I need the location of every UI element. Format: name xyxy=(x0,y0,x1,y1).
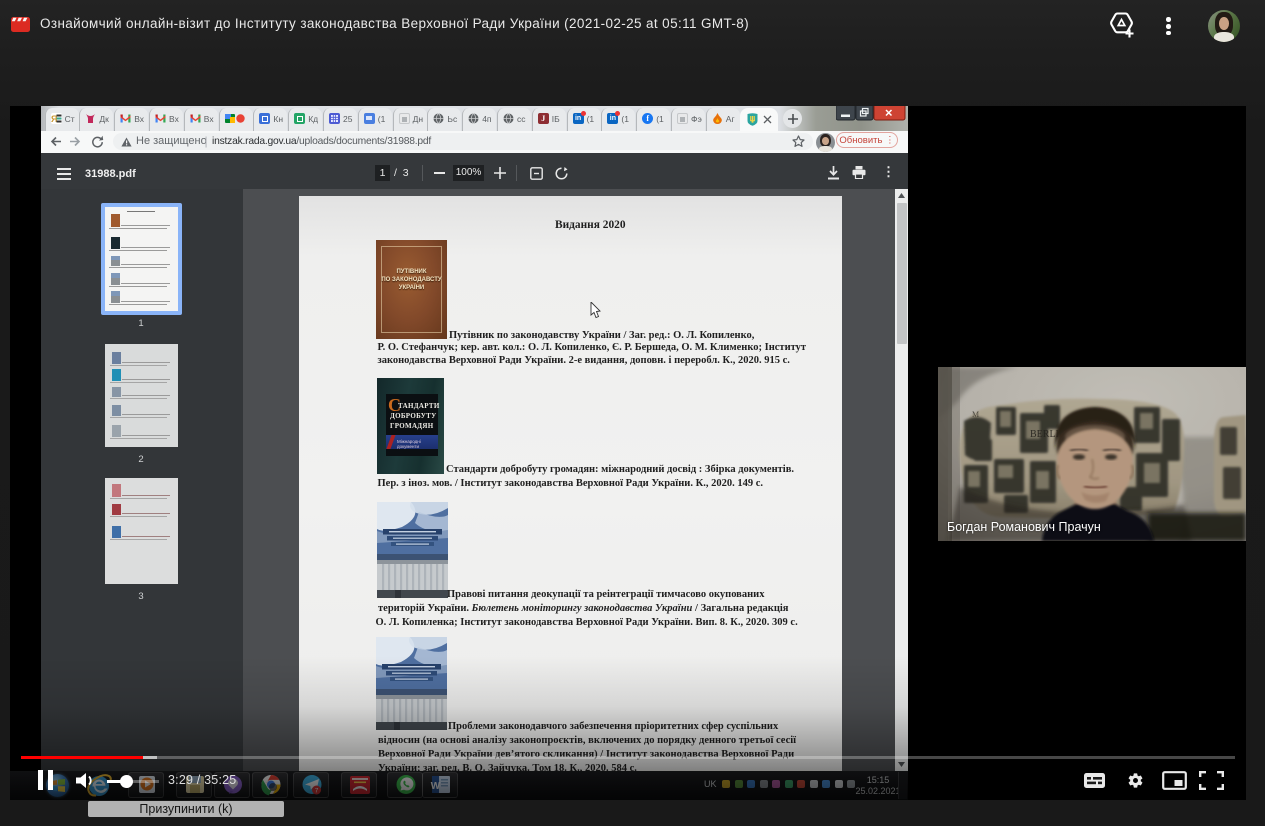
svg-text:Я: Я xyxy=(51,114,57,124)
